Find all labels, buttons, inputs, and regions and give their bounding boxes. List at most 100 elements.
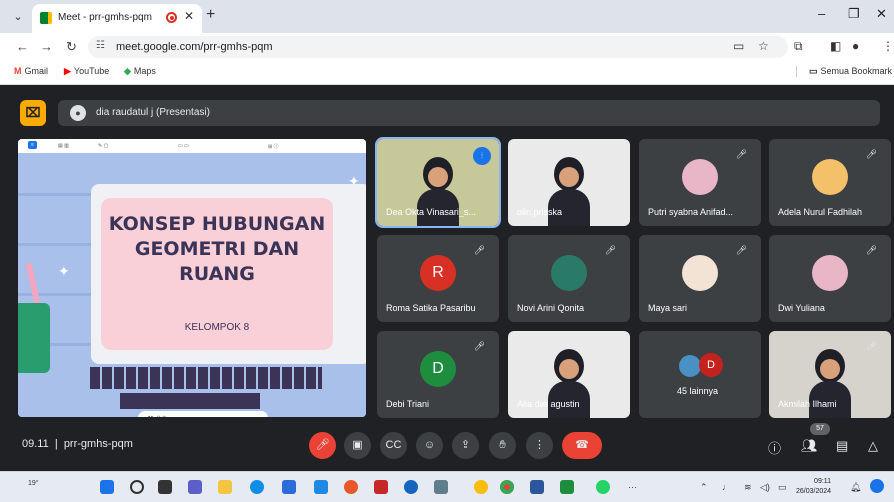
camera-icon[interactable]: ▣ bbox=[344, 432, 371, 459]
participant-tile[interactable]: 🎤︎ Akmilah Ilhami bbox=[769, 331, 891, 418]
minimize-icon[interactable]: – bbox=[818, 6, 825, 21]
participant-tile[interactable]: D 🎤︎ Debi Triani bbox=[377, 331, 499, 418]
start-icon[interactable] bbox=[100, 480, 114, 494]
store-icon[interactable] bbox=[282, 480, 296, 494]
participant-avatar: D bbox=[420, 351, 456, 387]
participant-tile[interactable]: 🎤︎ olin prisska bbox=[508, 139, 630, 226]
slide-subtitle: KELOMPOK 8 bbox=[184, 322, 250, 333]
volume-icon[interactable]: ◁) bbox=[760, 482, 770, 493]
participant-name: Dea Okta Vinasari_s... bbox=[386, 207, 476, 217]
firefox-icon[interactable] bbox=[344, 480, 358, 494]
tab-title: Meet - prr-gmhs-pqm bbox=[58, 12, 152, 23]
tab-close-icon[interactable]: ✕ bbox=[184, 9, 194, 23]
participant-avatar: R bbox=[420, 255, 456, 291]
restore-icon[interactable]: ❐ bbox=[848, 6, 860, 22]
participant-name: Putri syabna Anifad... bbox=[648, 207, 734, 217]
participant-tile[interactable]: 🎤︎ Maya sari bbox=[639, 235, 761, 322]
participant-tile[interactable]: ⦙ Dea Okta Vinasari_s... bbox=[375, 137, 501, 228]
emoji-icon[interactable]: ☺ bbox=[416, 432, 443, 459]
presenter-label: dia raudatul j (Presentasi) bbox=[96, 107, 210, 118]
more-options-icon[interactable]: ⋮ bbox=[526, 432, 553, 459]
tray-chevron-icon[interactable]: ⌃ bbox=[700, 482, 708, 493]
weather-widget[interactable]: 19° bbox=[28, 480, 39, 487]
extensions-icon[interactable]: ⧉ bbox=[794, 39, 803, 54]
forward-icon[interactable]: → bbox=[40, 39, 53, 54]
site-info-icon[interactable]: ☷ bbox=[96, 40, 105, 51]
overflow-icon[interactable]: ··· bbox=[628, 482, 637, 492]
search-icon[interactable] bbox=[130, 480, 144, 494]
whatsapp-icon[interactable] bbox=[596, 480, 610, 494]
video-figure bbox=[559, 167, 579, 187]
participant-name: Roma Satika Pasaribu bbox=[386, 303, 476, 313]
browser-tab[interactable]: Meet - prr-gmhs-pqm ✕ bbox=[32, 4, 202, 33]
raise-hand-icon[interactable]: ✋︎ bbox=[489, 432, 516, 459]
profile-avatar[interactable]: ● bbox=[852, 39, 859, 53]
reload-icon[interactable]: ↻ bbox=[66, 39, 77, 55]
meet-control-bar: 09.11 | prr-gmhs-pqm 🎤︎ ▣ CC ☺ ⇪ ✋︎ ⋮ ☎︎… bbox=[0, 419, 894, 471]
bookmark-gmail[interactable]: M Gmail bbox=[14, 66, 48, 76]
new-tab-icon[interactable]: + bbox=[206, 6, 215, 24]
tab-search-icon[interactable]: ⌄ bbox=[8, 8, 28, 26]
cup-illustration bbox=[18, 303, 50, 373]
menu-icon[interactable]: ⋮ bbox=[882, 39, 894, 53]
participant-name: 45 lainnya bbox=[677, 386, 719, 396]
participant-tile[interactable]: 🎤︎ Novi Arini Qonita bbox=[508, 235, 630, 322]
leave-call-icon[interactable]: ☎︎ bbox=[562, 432, 602, 459]
meet-window: ⌧ ● dia raudatul j (Presentasi) ≡ ▤ ▥ ✎ … bbox=[0, 86, 894, 471]
back-icon[interactable]: ← bbox=[16, 39, 29, 54]
notification-icon[interactable]: 🔔︎ bbox=[850, 482, 861, 493]
app-icon[interactable] bbox=[314, 480, 328, 494]
meeting-code: prr-gmhs-pqm bbox=[63, 438, 133, 450]
all-bookmarks[interactable]: ▭ Semua Bookmark bbox=[796, 66, 892, 77]
presentation-icon[interactable]: ⌧ bbox=[20, 100, 46, 126]
teams-icon[interactable] bbox=[188, 480, 202, 494]
participant-tile[interactable]: 🎤︎ Alia dwi agustin bbox=[508, 331, 630, 418]
trackpad-illustration bbox=[120, 393, 260, 409]
muted-mic-icon: 🎤︎ bbox=[604, 341, 616, 351]
slide-toolbar-item: ▭ ▭ bbox=[178, 143, 189, 149]
edge-icon[interactable] bbox=[250, 480, 264, 494]
meeting-details-icon[interactable]: ⓘ bbox=[768, 438, 781, 457]
people-icon[interactable]: 👥︎ bbox=[801, 438, 818, 454]
bookmark-maps[interactable]: ◆ Maps bbox=[124, 66, 156, 77]
address-bar[interactable]: ☷ meet.google.com/prr-gmhs-pqm ▭ ☆ bbox=[88, 36, 788, 58]
app-icon[interactable] bbox=[560, 480, 574, 494]
app-icon[interactable] bbox=[474, 480, 488, 494]
captions-icon[interactable]: CC bbox=[380, 432, 407, 459]
battery-icon[interactable]: ▭ bbox=[778, 482, 787, 493]
app-icon[interactable] bbox=[374, 480, 388, 494]
clock[interactable]: 09:11 26/03/2024 bbox=[796, 477, 831, 497]
participant-name: Maya sari bbox=[648, 303, 688, 313]
close-window-icon[interactable]: ✕ bbox=[876, 6, 887, 22]
laptop-illustration: KONSEP HUBUNGAN GEOMETRI DAN RUANG KELOM… bbox=[91, 184, 366, 364]
participant-photo bbox=[679, 355, 701, 377]
task-view-icon[interactable] bbox=[158, 480, 172, 494]
chrome-icon[interactable] bbox=[500, 480, 514, 494]
muted-mic-icon: 🎤︎ bbox=[865, 149, 877, 159]
copilot-icon[interactable] bbox=[870, 479, 884, 493]
bookmark-youtube[interactable]: ▶ YouTube bbox=[64, 66, 109, 77]
participant-tile[interactable]: 🎤︎ Dwi Yuliana bbox=[769, 235, 891, 322]
cast-icon[interactable]: ▭ bbox=[733, 39, 744, 53]
app-icon[interactable] bbox=[404, 480, 418, 494]
participant-tile[interactable]: 🎤︎ Adela Nurul Fadhilah bbox=[769, 139, 891, 226]
participant-name: Akmilah Ilhami bbox=[778, 399, 837, 409]
slide-toolbar-item: ⊞ ⓘ bbox=[268, 144, 279, 150]
shared-presentation: ≡ ▤ ▥ ✎ ▢ ▭ ▭ ⊞ ⓘ ✦ ✦ KONSEP HUBUNGAN GE… bbox=[18, 139, 366, 417]
participant-tile[interactable]: R 🎤︎ Roma Satika Pasaribu bbox=[377, 235, 499, 322]
side-panel-icon[interactable]: ◧ bbox=[830, 39, 841, 53]
present-screen-icon[interactable]: ⇪ bbox=[452, 432, 479, 459]
chat-icon[interactable]: ▤ bbox=[836, 438, 848, 454]
file-explorer-icon[interactable] bbox=[218, 480, 232, 494]
bookmark-star-icon[interactable]: ☆ bbox=[758, 39, 769, 53]
participant-tile[interactable]: D 45 lainnya bbox=[639, 331, 761, 418]
camera-app-icon[interactable] bbox=[434, 480, 448, 494]
participant-avatar: D bbox=[699, 353, 723, 377]
mic-tray-icon[interactable]: ♩ bbox=[722, 482, 731, 492]
mic-off-icon[interactable]: 🎤︎ bbox=[309, 432, 336, 459]
participant-photo bbox=[812, 159, 848, 195]
activities-icon[interactable]: △ bbox=[868, 438, 878, 454]
participant-tile[interactable]: 🎤︎ Putri syabna Anifad... bbox=[639, 139, 761, 226]
word-icon[interactable] bbox=[530, 480, 544, 494]
wifi-icon[interactable]: ≋ bbox=[744, 482, 752, 493]
